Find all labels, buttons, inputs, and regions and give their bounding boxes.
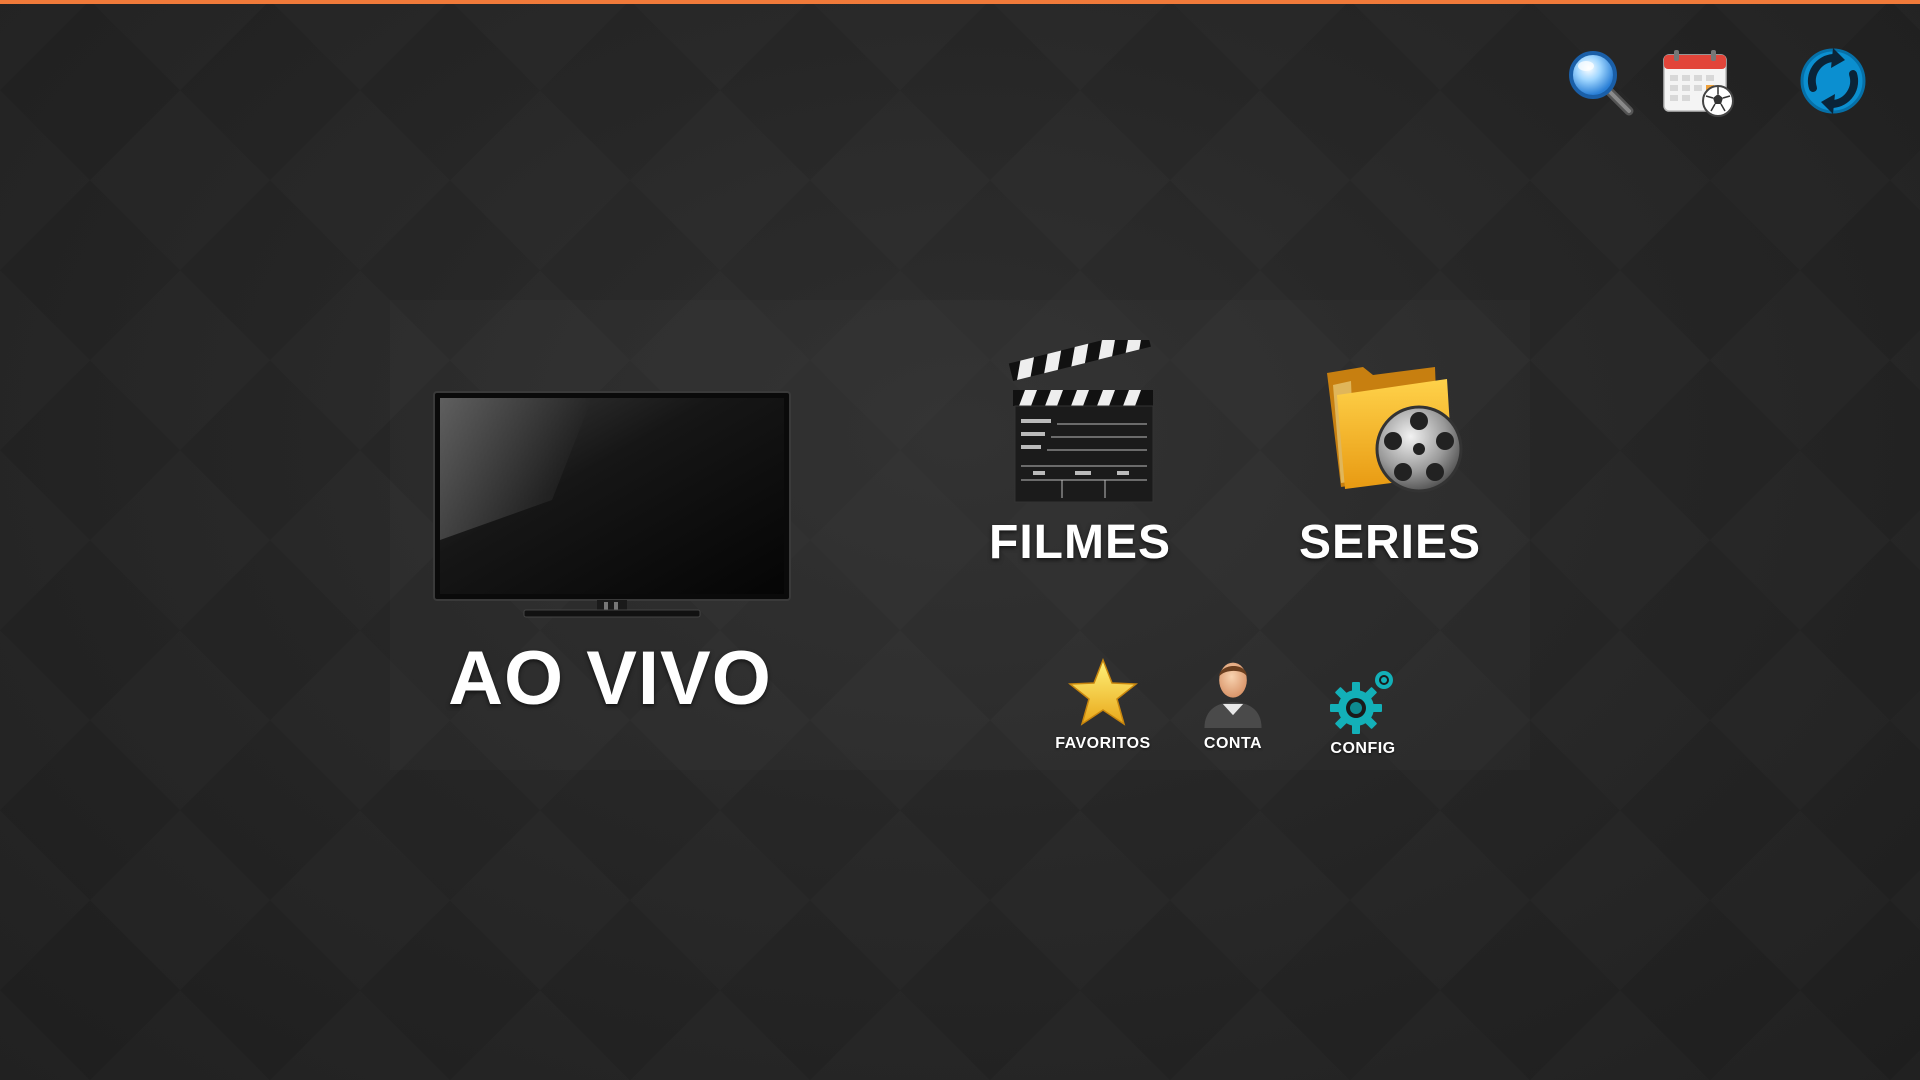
sports-calendar-button[interactable] bbox=[1660, 47, 1740, 119]
gear-icon bbox=[1330, 671, 1393, 734]
live-tv-label: AO VIVO bbox=[448, 636, 772, 721]
home-screen: AO VIVO FILMES SERIES FAVORITOS CONTA CO… bbox=[0, 0, 1920, 1080]
top-accent-bar bbox=[0, 0, 1920, 4]
refresh-icon bbox=[1800, 48, 1866, 114]
favorites-tile[interactable]: FAVORITOS bbox=[1043, 655, 1163, 765]
star-icon bbox=[1068, 658, 1138, 726]
top-actions-bar bbox=[0, 42, 1920, 122]
sports-calendar-icon bbox=[1663, 50, 1734, 117]
movies-label: FILMES bbox=[989, 516, 1171, 569]
user-icon bbox=[1204, 662, 1262, 728]
refresh-button[interactable] bbox=[1797, 44, 1869, 118]
settings-label: CONFIG bbox=[1330, 740, 1396, 757]
settings-tile[interactable]: CONFIG bbox=[1303, 665, 1423, 775]
live-tv-tile[interactable]: AO VIVO bbox=[420, 380, 800, 721]
film-folder-icon bbox=[1327, 367, 1463, 493]
favorites-label: FAVORITOS bbox=[1055, 735, 1151, 752]
tv-icon bbox=[433, 391, 791, 618]
search-icon bbox=[1569, 51, 1634, 116]
series-label: SERIES bbox=[1298, 516, 1482, 569]
account-tile[interactable]: CONTA bbox=[1173, 655, 1293, 765]
search-button[interactable] bbox=[1565, 47, 1635, 117]
movies-tile[interactable]: FILMES bbox=[975, 335, 1185, 570]
series-tile[interactable]: SERIES bbox=[1280, 350, 1500, 570]
account-label: CONTA bbox=[1203, 735, 1263, 752]
clapperboard-icon bbox=[1008, 340, 1154, 503]
